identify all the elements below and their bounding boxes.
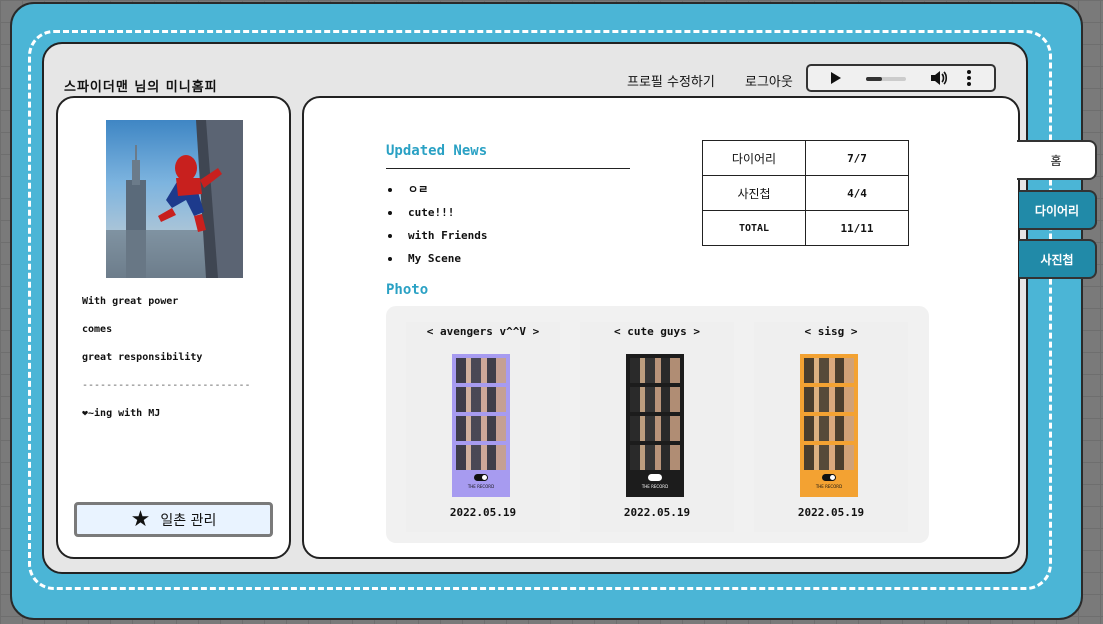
photo-date: 2022.05.19 xyxy=(797,506,865,519)
photo-brand: THE RECORD xyxy=(641,484,669,489)
photo-date: 2022.05.19 xyxy=(623,506,691,519)
news-item[interactable]: cute!!! xyxy=(386,201,487,224)
progress-fill xyxy=(866,77,882,81)
bio-line: ❤~ing with MJ xyxy=(82,408,161,419)
stats-label: 사진첩 xyxy=(702,175,806,211)
stats-value: 11/11 xyxy=(805,210,909,246)
manage-friends-label: 일촌 관리 xyxy=(160,512,217,529)
news-item[interactable]: My Scene xyxy=(386,247,487,270)
volume-icon[interactable] xyxy=(928,68,948,88)
content-panel: Updated News ㅇㄹ cute!!! with Friends My … xyxy=(302,96,1020,559)
music-player xyxy=(806,64,996,92)
bio-line: great responsibility xyxy=(82,352,203,363)
news-item[interactable]: with Friends xyxy=(386,224,487,247)
photo-brand: THE RECORD xyxy=(815,484,843,489)
news-item[interactable]: ㅇㄹ xyxy=(386,178,487,201)
photo-strip-image: THE RECORD xyxy=(626,354,684,497)
profile-panel: With great power comes great responsibil… xyxy=(56,96,291,559)
photo-caption: < sisg > xyxy=(804,325,858,338)
table-row: 사진첩 4/4 xyxy=(702,175,909,211)
manage-friends-button[interactable]: ★ 일촌 관리 xyxy=(74,502,273,537)
tab-home[interactable]: 홈 xyxy=(1017,140,1097,180)
page-title: 스파이더맨 님의 미니홈피 xyxy=(64,80,218,95)
stats-value: 7/7 xyxy=(805,140,909,176)
stats-label: 다이어리 xyxy=(702,140,806,176)
photo-brand: THE RECORD xyxy=(467,484,495,489)
progress-track[interactable] xyxy=(866,77,906,81)
tab-diary[interactable]: 다이어리 xyxy=(1019,190,1097,230)
tab-photo-album[interactable]: 사진첩 xyxy=(1019,239,1097,279)
stats-value: 4/4 xyxy=(805,175,909,211)
photo-caption: < cute guys > xyxy=(613,325,701,338)
photo-title: Photo xyxy=(386,282,429,298)
news-divider xyxy=(386,168,630,169)
photo-strip-image: THE RECORD xyxy=(800,354,858,497)
logout-link[interactable]: 로그아웃 xyxy=(745,71,793,90)
play-icon[interactable] xyxy=(831,72,841,84)
edit-profile-link[interactable]: 프로필 수정하기 xyxy=(627,71,715,90)
profile-image xyxy=(106,120,243,278)
table-row: 다이어리 7/7 xyxy=(702,140,909,176)
news-title: Updated News xyxy=(386,143,488,159)
photo-card[interactable]: < avengers v^^V > THE RECORD 2022.05.19 xyxy=(406,322,560,532)
bio-line: With great power xyxy=(82,296,179,307)
photo-caption: < avengers v^^V > xyxy=(426,325,540,338)
news-list: ㅇㄹ cute!!! with Friends My Scene xyxy=(386,178,487,270)
table-row: TOTAL 11/11 xyxy=(702,210,909,246)
bio-divider: ---------------------------- xyxy=(82,380,251,391)
photo-date: 2022.05.19 xyxy=(449,506,517,519)
stats-table: 다이어리 7/7 사진첩 4/4 TOTAL 11/11 xyxy=(702,140,909,246)
star-icon: ★ xyxy=(130,506,151,532)
photo-strip-image: THE RECORD xyxy=(452,354,510,497)
stats-label: TOTAL xyxy=(702,210,806,246)
more-vertical-icon[interactable] xyxy=(966,69,972,87)
photo-card[interactable]: < sisg > THE RECORD 2022.05.19 xyxy=(754,322,908,532)
photo-card[interactable]: < cute guys > THE RECORD 2022.05.19 xyxy=(580,322,734,532)
photo-gallery: < avengers v^^V > THE RECORD 2022.05.19 … xyxy=(386,306,929,543)
bio-line: comes xyxy=(82,324,113,335)
